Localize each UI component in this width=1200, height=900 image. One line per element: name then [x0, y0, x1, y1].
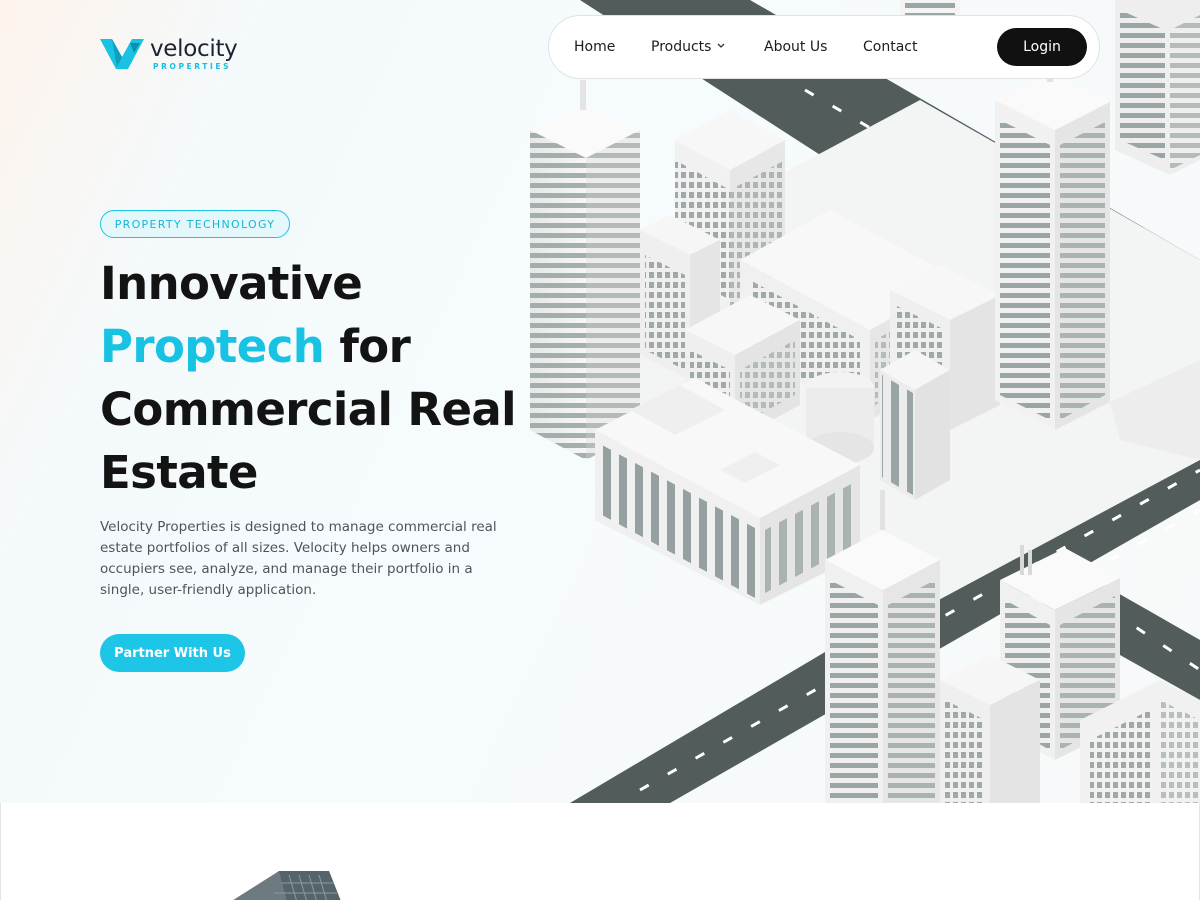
- headline-accent: Proptech: [100, 320, 325, 373]
- login-button[interactable]: Login: [997, 28, 1087, 66]
- nav-link-contact[interactable]: Contact: [863, 39, 917, 55]
- headline-line-3: Commercial Real: [100, 383, 517, 436]
- nav-link-home[interactable]: Home: [574, 39, 615, 55]
- main-navigation: Home Products About Us Contact Login: [548, 15, 1100, 79]
- nav-link-products[interactable]: Products: [651, 39, 725, 55]
- headline-line-2-rest: for: [324, 320, 411, 373]
- hero-description: Velocity Properties is designed to manag…: [100, 519, 497, 598]
- nav-link-label: About Us: [764, 39, 828, 55]
- headline-line-4: Estate: [100, 446, 258, 499]
- brand-name: velocity: [150, 36, 238, 62]
- isometric-city-illustration: [530, 0, 1200, 803]
- next-section: [0, 803, 1200, 900]
- nav-link-label: Products: [651, 39, 712, 55]
- hero-headline: Innovative Proptech for Commercial Real …: [100, 252, 530, 504]
- chevron-down-icon: [717, 42, 725, 52]
- brand-wordmark: velocity PROPERTIES: [150, 38, 238, 71]
- nav-link-about-us[interactable]: About Us: [764, 39, 827, 55]
- nav-link-label: Contact: [863, 39, 918, 55]
- velocity-v-logo-icon: [100, 39, 144, 70]
- brand-logo[interactable]: velocity PROPERTIES: [100, 38, 238, 71]
- hero-section: velocity PROPERTIES Home Products About …: [0, 0, 1200, 803]
- brand-subtitle: PROPERTIES: [153, 62, 232, 71]
- nav-link-label: Home: [574, 39, 616, 55]
- building-photo-partial: [233, 871, 341, 900]
- partner-with-us-button[interactable]: Partner With Us: [100, 634, 245, 672]
- headline-line-1: Innovative: [100, 257, 363, 310]
- category-tag: PROPERTY TECHNOLOGY: [100, 210, 290, 238]
